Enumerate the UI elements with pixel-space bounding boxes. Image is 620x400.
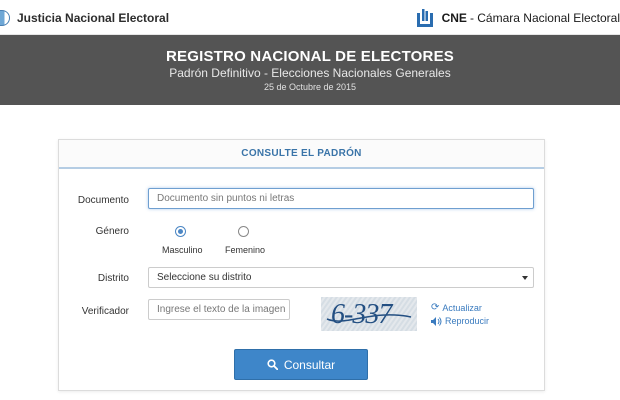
play-captcha-link[interactable]: Reproducir <box>431 316 489 326</box>
speaker-icon <box>431 316 442 326</box>
documento-input[interactable] <box>148 188 534 209</box>
query-form-card: CONSULTE EL PADRÓN Documento Género Masc… <box>58 139 545 391</box>
form-header: CONSULTE EL PADRÓN <box>59 140 544 169</box>
chevron-down-icon <box>522 276 528 280</box>
distrito-selected-value: Seleccione su distrito <box>157 272 252 283</box>
consultar-button[interactable]: Consultar <box>234 349 368 380</box>
cne-logo-icon <box>416 8 433 27</box>
brand-right: CNE - Cámara Nacional Electoral <box>416 0 620 35</box>
documento-label: Documento <box>77 195 129 206</box>
consultar-button-label: Consultar <box>283 357 336 372</box>
radio-masculino[interactable] <box>175 226 186 237</box>
brand-left-title: Justicia Nacional Electoral <box>17 10 170 25</box>
distrito-select[interactable]: Seleccione su distrito <box>148 267 534 288</box>
radio-femenino[interactable] <box>238 226 249 237</box>
banner-date: 25 de Octubre de 2015 <box>263 82 357 92</box>
top-bar: Justicia Nacional Electoral CNE - Cámara… <box>0 0 620 35</box>
verificador-label: Verificador <box>81 306 129 317</box>
play-captcha-label: Reproducir <box>445 316 490 326</box>
genero-label: Género <box>95 226 129 237</box>
radio-femenino-label: Femenino <box>225 245 266 255</box>
cne-code: CNE <box>441 10 467 25</box>
distrito-label: Distrito <box>97 273 129 284</box>
page-banner: REGISTRO NACIONAL DE ELECTORES Padrón De… <box>0 35 620 105</box>
form-title: CONSULTE EL PADRÓN <box>241 148 362 159</box>
captcha-image: 6-337 <box>321 297 417 331</box>
radio-masculino-label: Masculino <box>162 245 203 255</box>
brand-left: Justicia Nacional Electoral <box>0 0 169 35</box>
banner-title: REGISTRO NACIONAL DE ELECTORES <box>166 48 454 65</box>
refresh-icon: ⟳ <box>431 302 440 313</box>
verificador-input[interactable] <box>148 299 290 320</box>
refresh-captcha-link[interactable]: ⟳ Actualizar <box>431 302 482 313</box>
banner-subtitle: Padrón Definitivo - Elecciones Nacionale… <box>169 66 451 80</box>
refresh-captcha-label: Actualizar <box>442 302 482 313</box>
search-icon <box>267 359 278 370</box>
cne-name: - Cámara Nacional Electoral <box>469 10 620 25</box>
argentina-seal-icon <box>0 9 10 26</box>
